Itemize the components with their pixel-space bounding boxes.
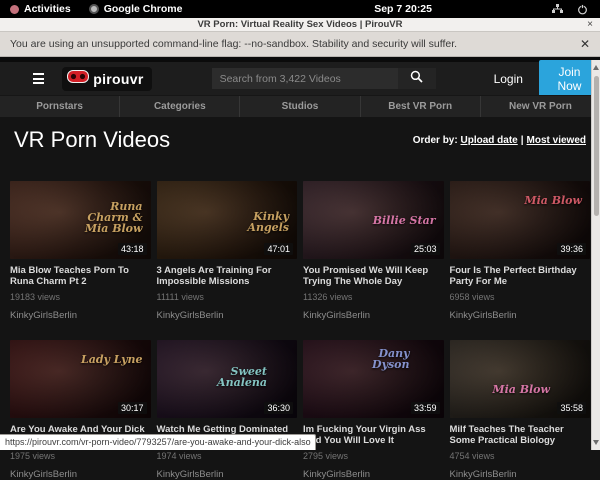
network-icon[interactable] bbox=[552, 4, 563, 14]
search-input[interactable] bbox=[212, 68, 398, 89]
thumbnail-overlay-text: Mia Blow bbox=[512, 195, 582, 206]
video-card: Sweet Analena 36:30 Watch Me Getting Dom… bbox=[157, 340, 298, 480]
thumbnail-overlay-text: Kinky Angels bbox=[219, 211, 289, 233]
duration-badge: 47:01 bbox=[264, 243, 293, 255]
video-thumbnail[interactable]: Lady Lyne 30:17 bbox=[10, 340, 151, 418]
studio-link[interactable]: KinkyGirlsBerlin bbox=[157, 469, 298, 480]
video-views: 6958 views bbox=[450, 292, 591, 302]
studio-link[interactable]: KinkyGirlsBerlin bbox=[303, 310, 444, 321]
active-app-label: Google Chrome bbox=[104, 3, 183, 15]
search-button[interactable] bbox=[398, 68, 436, 89]
thumbnail-overlay-text: Sweet Analena bbox=[197, 366, 267, 388]
nav-item-pornstars[interactable]: Pornstars bbox=[0, 96, 120, 117]
scroll-up-icon[interactable] bbox=[593, 65, 599, 70]
clock[interactable]: Sep 7 20:25 bbox=[374, 3, 432, 15]
video-title-link[interactable]: Mia Blow Teaches Porn To Runa Charm Pt 2 bbox=[10, 265, 151, 287]
duration-badge: 33:59 bbox=[411, 402, 440, 414]
video-title-link[interactable]: 3 Angels Are Training For Impossible Mis… bbox=[157, 265, 298, 287]
video-title-link[interactable]: You Promised We Will Keep Trying The Who… bbox=[303, 265, 444, 287]
scrollbar-thumb[interactable] bbox=[594, 76, 599, 216]
active-app-menu[interactable]: Google Chrome bbox=[89, 3, 183, 15]
search-icon bbox=[410, 70, 423, 88]
video-title-link[interactable]: Milf Teaches The Teacher Some Practical … bbox=[450, 424, 591, 446]
duration-badge: 30:17 bbox=[118, 402, 147, 414]
order-by-upload-date-link[interactable]: Upload date bbox=[460, 135, 517, 146]
activities-indicator-icon bbox=[10, 5, 19, 14]
video-thumbnail[interactable]: Runa Charm & Mia Blow 43:18 bbox=[10, 181, 151, 259]
video-views: 1974 views bbox=[157, 451, 298, 461]
studio-link[interactable]: KinkyGirlsBerlin bbox=[450, 310, 591, 321]
logo-text: pirouvr bbox=[93, 71, 143, 87]
activities-label: Activities bbox=[24, 3, 71, 15]
video-title-link[interactable]: Four Is The Perfect Birthday Party For M… bbox=[450, 265, 591, 287]
warning-message: You are using an unsupported command-lin… bbox=[10, 38, 580, 50]
video-thumbnail[interactable]: Mia Blow 35:58 bbox=[450, 340, 591, 418]
video-card: Lady Lyne 30:17 Are You Awake And Your D… bbox=[10, 340, 151, 480]
system-top-bar: Activities Google Chrome Sep 7 20:25 bbox=[0, 0, 600, 18]
main-nav: Pornstars Categories Studios Best VR Por… bbox=[0, 95, 600, 117]
studio-link[interactable]: KinkyGirlsBerlin bbox=[450, 469, 591, 480]
studio-link[interactable]: KinkyGirlsBerlin bbox=[10, 469, 151, 480]
activities-button[interactable]: Activities bbox=[10, 3, 71, 15]
site-logo[interactable]: pirouvr bbox=[62, 67, 151, 91]
nav-item-new-vr-porn[interactable]: New VR Porn bbox=[481, 96, 600, 117]
video-card: Mia Blow 35:58 Milf Teaches The Teacher … bbox=[450, 340, 591, 480]
power-icon[interactable] bbox=[577, 4, 588, 15]
order-by-separator: | bbox=[521, 135, 524, 146]
scroll-down-icon[interactable] bbox=[593, 440, 599, 445]
video-thumbnail[interactable]: Mia Blow 39:36 bbox=[450, 181, 591, 259]
video-thumbnail[interactable]: Sweet Analena 36:30 bbox=[157, 340, 298, 418]
video-card: Runa Charm & Mia Blow 43:18 Mia Blow Tea… bbox=[10, 181, 151, 321]
warning-close-icon[interactable]: ✕ bbox=[580, 37, 590, 51]
video-views: 2795 views bbox=[303, 451, 444, 461]
site-header: pirouvr Login Join Now bbox=[0, 62, 600, 95]
order-by-label: Order by: bbox=[413, 135, 458, 146]
vertical-scrollbar[interactable] bbox=[591, 60, 600, 450]
video-title-link[interactable]: Im Fucking Your Virgin Ass And You Will … bbox=[303, 424, 444, 446]
thumbnail-overlay-text: Runa Charm & Mia Blow bbox=[73, 201, 143, 234]
window-title: VR Porn: Virtual Reality Sex Videos | Pi… bbox=[197, 19, 402, 30]
duration-badge: 39:36 bbox=[557, 243, 586, 255]
video-views: 1975 views bbox=[10, 451, 151, 461]
studio-link[interactable]: KinkyGirlsBerlin bbox=[157, 310, 298, 321]
status-url-bubble: https://pirouvr.com/vr-porn-video/779325… bbox=[0, 434, 316, 450]
nav-item-best-vr-porn[interactable]: Best VR Porn bbox=[361, 96, 481, 117]
vr-goggles-icon bbox=[67, 70, 89, 88]
order-by-most-viewed-link[interactable]: Most viewed bbox=[527, 135, 586, 146]
video-views: 11111 views bbox=[157, 292, 298, 302]
video-thumbnail[interactable]: Billie Star 25:03 bbox=[303, 181, 444, 259]
video-card: Dany Dyson 33:59 Im Fucking Your Virgin … bbox=[303, 340, 444, 480]
window-close-icon[interactable]: × bbox=[587, 19, 593, 30]
order-by-controls: Order by: Upload date |Most viewed bbox=[413, 135, 586, 146]
chrome-icon bbox=[89, 4, 99, 14]
video-thumbnail[interactable]: Kinky Angels 47:01 bbox=[157, 181, 298, 259]
studio-link[interactable]: KinkyGirlsBerlin bbox=[10, 310, 151, 321]
window-title-bar: VR Porn: Virtual Reality Sex Videos | Pi… bbox=[0, 18, 600, 32]
hamburger-menu-icon[interactable] bbox=[33, 71, 44, 87]
duration-badge: 35:58 bbox=[557, 402, 586, 414]
video-card: Mia Blow 39:36 Four Is The Perfect Birth… bbox=[450, 181, 591, 321]
thumbnail-overlay-text: Billie Star bbox=[366, 215, 436, 226]
video-views: 4754 views bbox=[450, 451, 591, 461]
video-views: 11326 views bbox=[303, 292, 444, 302]
page-title: VR Porn Videos bbox=[14, 127, 170, 153]
thumbnail-overlay-text: Mia Blow bbox=[480, 384, 550, 395]
thumbnail-overlay-text: Lady Lyne bbox=[73, 354, 143, 365]
nav-item-studios[interactable]: Studios bbox=[240, 96, 360, 117]
duration-badge: 36:30 bbox=[264, 402, 293, 414]
studio-link[interactable]: KinkyGirlsBerlin bbox=[303, 469, 444, 480]
nav-item-categories[interactable]: Categories bbox=[120, 96, 240, 117]
video-card: Billie Star 25:03 You Promised We Will K… bbox=[303, 181, 444, 321]
thumbnail-overlay-text: Dany Dyson bbox=[340, 348, 410, 370]
login-link[interactable]: Login bbox=[494, 72, 523, 86]
unsupported-flag-warning-bar: You are using an unsupported command-lin… bbox=[0, 32, 600, 57]
video-thumbnail[interactable]: Dany Dyson 33:59 bbox=[303, 340, 444, 418]
video-card: Kinky Angels 47:01 3 Angels Are Training… bbox=[157, 181, 298, 321]
video-views: 19183 views bbox=[10, 292, 151, 302]
duration-badge: 25:03 bbox=[411, 243, 440, 255]
duration-badge: 43:18 bbox=[118, 243, 147, 255]
